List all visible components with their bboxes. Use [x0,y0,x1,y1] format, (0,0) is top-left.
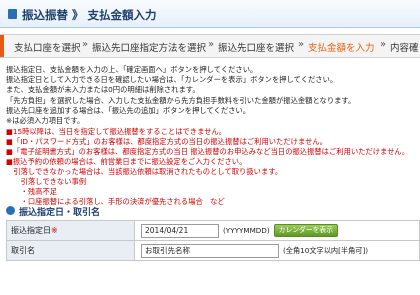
warning-line: ■「ID・パスワード方式」のお客様は、都度指定方式の当日の振込振替はご利用いただ… [6,137,327,146]
warning-line: ■振込予約の依頼の場合は、前営業日までに振込設定をご入力ください。 [6,157,247,166]
info-line: また、支払金額が未入力または0円の明細は削除されます。 [6,85,200,94]
step-separator-icon: » [298,39,305,50]
form-row-date: 振込指定日※ 2014/04/21 (YYYYMMDD) カレンダーを表示 [6,220,420,241]
date-value-cell: 2014/04/21 (YYYYMMDD) カレンダーを表示 [134,220,420,241]
page-title-icon [8,9,17,19]
step-2: 振込先口座指定方法を選択 [92,43,207,54]
date-format-hint: (YYYYMMDD) [223,226,270,235]
warning-line: 引落しできない事例 [6,177,87,186]
required-mark: ※ [51,226,58,235]
step-separator-icon: » [208,39,215,50]
step-separator-icon: » [380,39,387,50]
warning-line: ■「電子証明書方式」のお客様は、都度指定方式の当日 振込振替のお申込みなど当日の… [6,147,410,156]
section-title: 振込指定日・取引名 [19,208,101,218]
warning-line: 引落しできなかった場合は、当該振込依頼は取消されたものとして取り扱います。 [6,167,283,176]
warning-line: ■15時以降は、当日を指定して振込振替をすることはできません。 [6,127,227,136]
date-label-cell: 振込指定日※ [6,220,135,241]
warning-line: ・残高不足 [6,187,58,196]
page-title-bar: 振込振替 》 支払金額入力 [0,0,420,28]
transaction-name-label: 取引名 [11,246,35,255]
transfer-date-input[interactable]: 2014/04/21 [141,223,219,238]
name-format-hint: (全角10文字以内[半角可]) [283,245,369,255]
step-1: 支払口座を選択 [14,43,81,54]
required-note: ※は必須入力項目です。 [6,116,85,125]
transaction-name-input[interactable]: お取引先名称 [141,243,279,258]
section-bullet-icon [6,206,15,215]
info-line: 振込先口座を追加する場合は、「振込先の追加」ボタンを押してください。 [6,106,251,115]
info-line: 「先方負担」を選択した場合、入力した支払金額から先方負担手数料を引いた金額が振込… [6,96,356,105]
info-line: 振込指定日として入力できる日を確認したい場合は、「カレンダーを表示」ボタンを押し… [6,75,338,84]
page-title: 振込振替 》 支払金額入力 [22,8,157,22]
step-4-current: 支払金額を入力 [308,43,375,54]
section-header: 振込指定日・取引名 [6,205,420,218]
step-accent-bar [0,35,4,57]
step-5: 内容確 [390,43,419,54]
form-row-name: 取引名 お取引先名称 (全角10文字以内[半角可]) [6,240,420,261]
step-separator-icon: » [82,39,89,50]
show-calendar-button[interactable]: カレンダーを表示 [273,224,339,237]
name-value-cell: お取引先名称 (全角10文字以内[半角可]) [134,240,420,261]
transfer-form: 振込指定日※ 2014/04/21 (YYYYMMDD) カレンダーを表示 取引名 … [6,220,420,261]
date-label: 振込指定日 [11,226,51,235]
info-line: 振込指定日、支払金額を入力の上、「確定画面へ」ボタンを押してください。 [6,65,258,74]
step-indicator: 支払口座を選択 » 振込先口座指定方法を選択 » 振込先口座を選択 » 支払金額… [0,34,420,58]
step-3: 振込先口座を選択 [218,43,295,54]
name-label-cell: 取引名 [6,240,135,261]
warning-line: ・口座振替による引落し、手形の決済が優先される場合 など [6,197,225,205]
